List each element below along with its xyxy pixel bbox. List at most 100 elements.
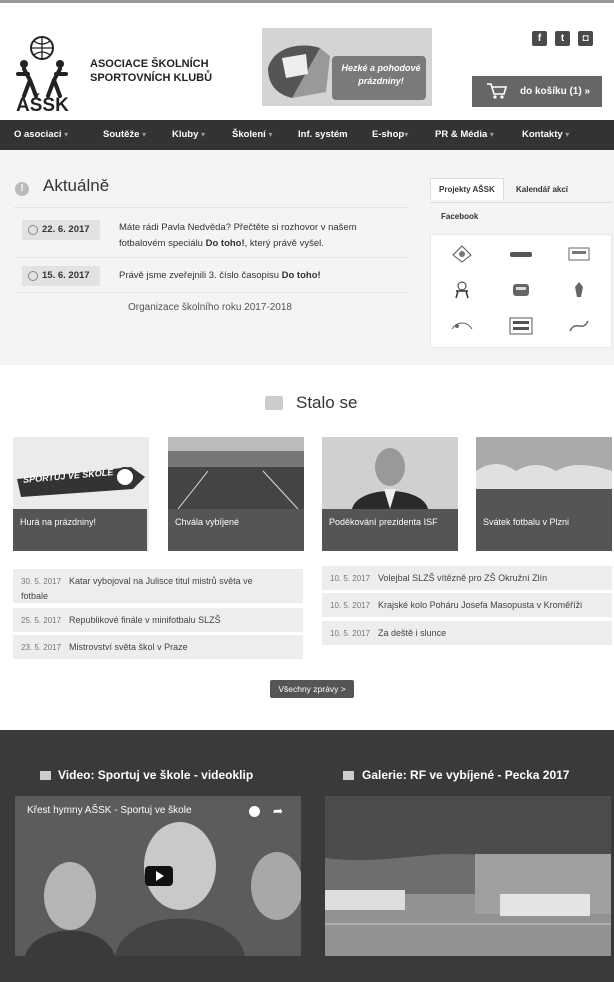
org-name-line-2: SPORTOVNÍCH KLUBŮ [90, 72, 213, 84]
news-item-text[interactable]: Máte rádi Pavla Nedvěda? Přečtěte si roz… [119, 220, 357, 252]
promo-line-2: prázdniny! [358, 76, 404, 86]
list-item[interactable]: 30. 5. 2017 Katar vybojoval na Julisce ti… [13, 569, 303, 603]
twitter-icon[interactable]: t [555, 31, 570, 46]
cart-label: do košíku (1) » [520, 86, 591, 97]
share-icon[interactable]: ➦ [273, 804, 283, 818]
project-logo-icon[interactable] [449, 245, 475, 263]
news-text-part: , který právě vyšel. [244, 238, 324, 249]
list-item[interactable]: 10. 5. 2017 Krajské kolo Poháru Josefa Ma… [322, 593, 612, 617]
page: AŠSK ASOCIACE ŠKOLNÍCH SPORTOVNÍCH KLUBŮ… [0, 0, 614, 982]
news-card[interactable]: Chvála vybíjené [168, 437, 304, 551]
card-image [168, 437, 304, 509]
site-header: AŠSK ASOCIACE ŠKOLNÍCH SPORTOVNÍCH KLUBŮ… [0, 0, 614, 120]
nav-label: Kontakty [522, 129, 563, 140]
nav-label: O asociaci [14, 129, 62, 140]
news-date-badge: 22. 6. 2017 [22, 220, 100, 240]
list-date: 10. 5. 2017 [330, 601, 371, 610]
play-icon[interactable] [145, 866, 173, 886]
video-heading: Video: Sportuj ve škole - videoklip [58, 768, 253, 782]
nav-label: Soutěže [103, 129, 140, 140]
school-year-link[interactable]: Organizace školního roku 2017-2018 [128, 302, 292, 313]
magazine-link[interactable]: Do toho! [206, 238, 245, 249]
chevron-down-icon: ▾ [142, 130, 147, 139]
news-heading: Aktuálně [43, 176, 110, 195]
gallery-heading: Galerie: RF ve vybíjené - Pecka 2017 [362, 768, 569, 782]
nav-item-inf-system[interactable]: Inf. systém [298, 129, 348, 140]
speech-bubble-icon [265, 396, 283, 410]
shopping-cart-icon [487, 83, 508, 99]
project-logo-icon[interactable] [566, 281, 592, 299]
tab-facebook[interactable]: Facebook [441, 212, 478, 221]
gallery-photo [325, 796, 611, 956]
news-section: ! Aktuálně 22. 6. 2017 Máte rádi Pavla N… [0, 150, 614, 365]
gallery-image[interactable] [325, 796, 611, 956]
list-item[interactable]: 23. 5. 2017 Mistrovství světa škol v Praz… [13, 635, 303, 659]
video-player[interactable]: Křest hymny AŠSK - Sportuj ve škole ➦ [15, 796, 301, 956]
list-item[interactable]: 10. 5. 2017 Za deště i slunce [322, 621, 612, 645]
list-date: 25. 5. 2017 [21, 616, 62, 625]
list-text: Republikové finále v minifotbalu SLZŠ [69, 615, 221, 625]
divider [14, 257, 409, 258]
magazine-link[interactable]: Do toho! [282, 270, 321, 281]
list-date: 10. 5. 2017 [330, 629, 371, 638]
project-logo-icon[interactable] [566, 245, 592, 263]
list-text: Krajské kolo Poháru Josefa Masopusta v K… [378, 600, 583, 610]
card-image [322, 437, 458, 509]
news-date: 22. 6. 2017 [42, 224, 90, 235]
video-camera-icon [40, 771, 51, 780]
project-logo-icon[interactable] [566, 317, 592, 335]
chevron-down-icon: ▾ [404, 130, 409, 139]
chevron-down-icon: ▾ [201, 130, 206, 139]
project-logo-icon[interactable] [508, 245, 534, 263]
tabs-widget: Projekty AŠSK Kalendář akcí Facebook [430, 178, 612, 348]
news-card[interactable]: Svátek fotbalu v Plzni [476, 437, 612, 551]
news-card[interactable]: SPORTUJ VE ŠKOLE Hurá na prázdniny! [13, 437, 149, 551]
project-logo-icon[interactable] [508, 317, 534, 335]
nav-label: Kluby [172, 129, 199, 140]
promo-line-1: Hezké a pohodové [341, 63, 421, 73]
nav-item-pr-media[interactable]: PR & Média ▾ [435, 129, 494, 140]
chevron-down-icon: ▾ [565, 130, 570, 139]
tab-projekty-assk[interactable]: Projekty AŠSK [430, 178, 504, 200]
nav-item-e-shop[interactable]: E-shop▾ [372, 129, 408, 140]
promo-text: Hezké a pohodové prázdniny! [336, 62, 426, 88]
card-caption: Chvála vybíjené [168, 509, 304, 551]
promo-banner[interactable]: Hezké a pohodové prázdniny! [262, 28, 432, 106]
nav-item-kontakty[interactable]: Kontakty ▾ [522, 129, 569, 140]
nav-label: E-shop [372, 129, 405, 140]
nav-item-souteze[interactable]: Soutěže ▾ [103, 129, 146, 140]
tab-kalendar-akci[interactable]: Kalendář akcí [516, 185, 568, 194]
project-logo-icon[interactable] [449, 317, 475, 335]
cart-button[interactable]: do košíku (1) » [472, 76, 602, 107]
nav-item-o-asociaci[interactable]: O asociaci ▾ [14, 129, 68, 140]
nav-item-kluby[interactable]: Kluby ▾ [172, 129, 205, 140]
list-item[interactable]: 25. 5. 2017 Republikové finále v minifotb… [13, 608, 303, 632]
organization-name[interactable]: ASOCIACE ŠKOLNÍCH SPORTOVNÍCH KLUBŮ [90, 57, 240, 85]
clock-icon[interactable] [249, 806, 260, 817]
project-logo-icon[interactable] [449, 281, 475, 299]
news-date-badge: 15. 6. 2017 [22, 266, 100, 286]
projects-logo-grid [430, 234, 612, 348]
list-text: fotbale [21, 591, 49, 601]
main-navigation: O asociaci ▾ Soutěže ▾ Kluby ▾ Školení ▾… [0, 120, 614, 150]
project-logo-icon[interactable] [508, 281, 534, 299]
news-card[interactable]: Poděkování prezidenta ISF [322, 437, 458, 551]
video-title: Sportuj ve škole - videoklip [97, 768, 254, 782]
events-heading: Stalo se [296, 393, 358, 412]
list-item[interactable]: 10. 5. 2017 Volejbal SLZŠ vítězně pro ZŠ … [322, 566, 612, 590]
media-section: Video: Sportuj ve škole - videoklip Gale… [0, 730, 614, 982]
chevron-down-icon: ▾ [64, 130, 69, 139]
clock-icon [28, 271, 38, 281]
list-text: Volejbal SLZŠ vítězně pro ZŠ Okružní Zlí… [378, 573, 548, 583]
news-item-text[interactable]: Právě jsme zveřejnili 3. číslo časopisu … [119, 268, 321, 284]
news-text-part: fotbalovém speciálu [119, 238, 206, 249]
nav-item-skoleni[interactable]: Školení ▾ [232, 129, 272, 140]
logo-text[interactable]: AŠSK [16, 95, 69, 117]
instagram-icon[interactable]: ◘ [578, 31, 593, 46]
all-news-button[interactable]: Všechny zprávy > [270, 680, 354, 698]
news-date: 15. 6. 2017 [42, 270, 90, 281]
org-name-line-1: ASOCIACE ŠKOLNÍCH [90, 58, 209, 70]
video-embed-title: Křest hymny AŠSK - Sportuj ve škole [27, 805, 192, 816]
facebook-icon[interactable]: f [532, 31, 547, 46]
clock-icon [28, 225, 38, 235]
